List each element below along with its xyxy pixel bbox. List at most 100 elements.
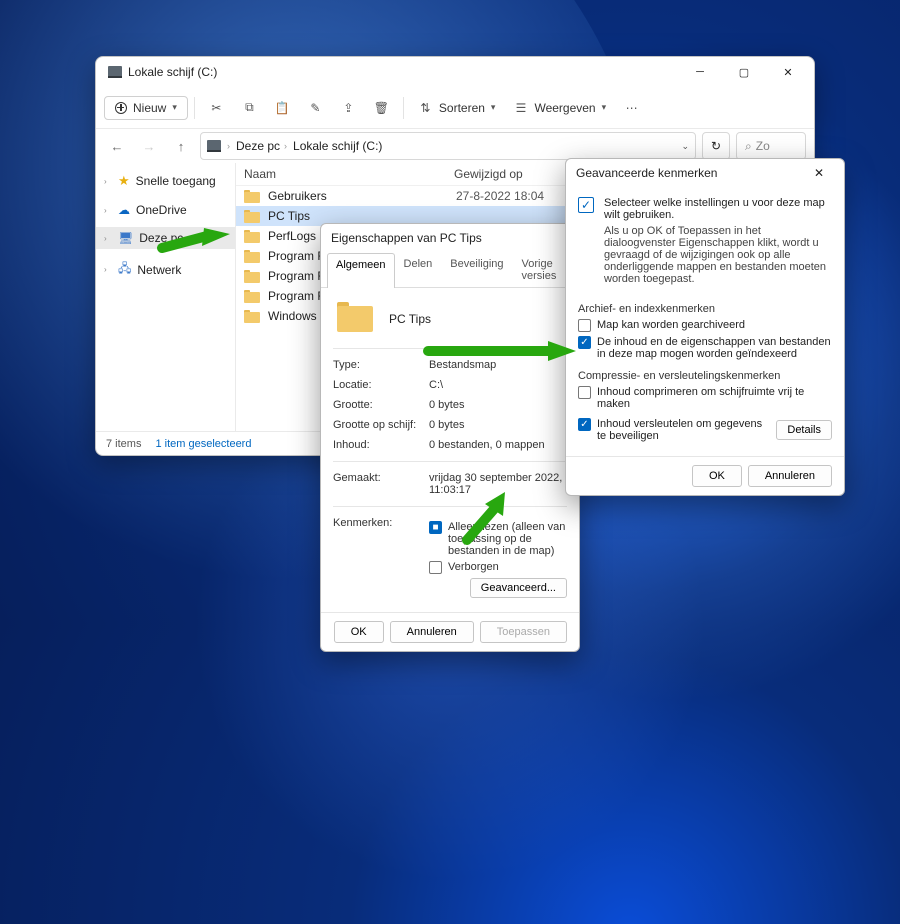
cancel-button[interactable]: Annuleren [390,621,474,643]
chevron-down-icon[interactable]: ⌄ [681,141,689,152]
separator [403,97,404,119]
status-selected: 1 item geselecteerd [155,438,251,450]
chevron-down-icon: ▾ [491,102,496,113]
new-label: Nieuw [133,101,166,115]
folder-icon [244,230,260,243]
label-created: Gemaakt: [333,472,429,496]
cancel-button[interactable]: Annuleren [748,465,832,487]
star-icon: ★ [118,173,130,189]
tab-general[interactable]: Algemeen [327,253,395,288]
view-button[interactable]: ☰ Weergeven ▾ [505,95,614,120]
checkbox-archive[interactable]: Map kan worden gearchiveerd [578,319,832,332]
drive-icon [207,140,221,152]
checkbox-label: Inhoud comprimeren om schijfruimte vrij … [597,386,832,410]
close-button[interactable]: ✕ [804,166,834,180]
window-title: Lokale schijf (C:) [128,65,217,79]
advanced-button[interactable]: Geavanceerd... [470,578,567,598]
checkbox-icon: ✓ [578,336,591,349]
checkbox-hidden[interactable]: Verborgen [429,561,567,574]
header-line1: Selecteer welke instellingen u voor deze… [604,197,832,221]
sidebar-item-label: Deze pc [139,231,183,245]
paste-button[interactable]: 📋 [267,95,298,120]
cut-button[interactable]: ✂ [201,95,232,120]
sidebar-item-label: Snelle toegang [136,174,216,188]
breadcrumb-pc[interactable]: Deze pc › [236,139,289,153]
chevron-right-icon: › [284,141,287,151]
sidebar-item-onedrive[interactable]: › ☁ OneDrive [96,199,235,221]
checkbox-index[interactable]: ✓ De inhoud en de eigenschappen van best… [578,336,832,360]
checkbox-encrypt[interactable]: ✓ Inhoud versleutelen om gegevens te bev… [578,418,770,442]
rename-button[interactable]: ✎ [300,95,331,120]
forward-button[interactable]: → [136,133,162,159]
dialog-button-row: OK Annuleren [566,456,844,495]
drive-icon [108,66,122,78]
new-button[interactable]: Nieuw ▾ [104,96,188,120]
close-button[interactable]: ✕ [766,57,810,87]
folder-icon [244,290,260,303]
folder-name-field[interactable]: PC Tips [389,312,431,326]
section-compress-encrypt: Compressie- en versleutelingskenmerken [578,370,832,382]
separator [333,461,567,462]
search-placeholder: Zo [756,139,770,153]
tab-sharing[interactable]: Delen [395,252,442,287]
status-count: 7 items [106,438,141,450]
folder-name: PC Tips [268,209,456,223]
label-contains: Inhoud: [333,439,429,451]
more-button[interactable]: ⋯ [616,95,647,120]
separator [194,97,195,119]
checkbox-label: Alleen-lezen (alleen van toepassing op d… [448,521,567,557]
address-bar[interactable]: › Deze pc › Lokale schijf (C:) ⌄ [200,132,696,160]
chevron-right-icon: › [104,206,112,215]
view-icon: ☰ [513,100,528,115]
checkbox-icon: ■ [429,521,442,534]
back-button[interactable]: ← [104,133,130,159]
breadcrumb-drive[interactable]: Lokale schijf (C:) [293,139,382,153]
value-size: 0 bytes [429,399,567,411]
checkbox-icon [429,561,442,574]
column-modified[interactable]: Gewijzigd op [454,167,523,181]
search-icon: ⌕ [745,139,752,154]
checkbox-readonly[interactable]: ■ Alleen-lezen (alleen van toepassing op… [429,521,567,557]
share-icon: ⇪ [341,100,356,115]
chevron-right-icon: › [104,177,112,186]
ok-button[interactable]: OK [334,621,384,643]
sidebar-item-this-pc[interactable]: › 🖥 Deze pc [96,227,235,249]
details-button[interactable]: Details [776,420,832,440]
copy-icon: ⧉ [242,100,257,115]
folder-date: 27-8-2022 18:04 [456,189,544,203]
share-button[interactable]: ⇪ [333,95,364,120]
trash-icon: 🗑 [374,100,389,115]
section-archive-index: Archief- en indexkenmerken [578,303,832,315]
sidebar-item-quick-access[interactable]: › ★ Snelle toegang [96,169,235,193]
dialog-title: Geavanceerde kenmerken [576,166,717,180]
search-input[interactable]: ⌕ Zo [736,132,806,160]
column-name[interactable]: Naam [244,167,454,181]
sort-button[interactable]: ⇅ Sorteren ▾ [410,95,504,120]
network-icon: 🖧 [118,259,131,280]
view-label: Weergeven [534,101,595,115]
refresh-button[interactable]: ↻ [702,132,730,160]
copy-button[interactable]: ⧉ [234,95,265,120]
value-created: vrijdag 30 september 2022, 11:03:17 [429,472,567,496]
chevron-right-icon: › [227,141,230,151]
label-type: Type: [333,359,429,371]
tab-previous-versions[interactable]: Vorige versies [513,252,566,287]
dialog-titlebar[interactable]: Geavanceerde kenmerken ✕ [566,159,844,187]
plus-icon [115,102,127,114]
delete-button[interactable]: 🗑 [366,95,397,120]
apply-button[interactable]: Toepassen [480,621,567,643]
tab-security[interactable]: Beveiliging [441,252,512,287]
minimize-button[interactable]: ─ [678,57,722,87]
dialog-titlebar[interactable]: Eigenschappen van PC Tips [321,224,579,252]
checkbox-label: Verborgen [448,561,499,573]
ok-button[interactable]: OK [692,465,742,487]
maximize-button[interactable]: ▢ [722,57,766,87]
checkbox-compress[interactable]: Inhoud comprimeren om schijfruimte vrij … [578,386,832,410]
tab-strip: Algemeen Delen Beveiliging Vorige versie… [321,252,579,288]
value-size-on-disk: 0 bytes [429,419,567,431]
titlebar[interactable]: Lokale schijf (C:) ─ ▢ ✕ [96,57,814,87]
advanced-attributes-dialog: Geavanceerde kenmerken ✕ ✓ Selecteer wel… [565,158,845,496]
up-button[interactable]: ↑ [168,133,194,159]
sidebar-item-network[interactable]: › 🖧 Netwerk [96,255,235,284]
label-size: Grootte: [333,399,429,411]
